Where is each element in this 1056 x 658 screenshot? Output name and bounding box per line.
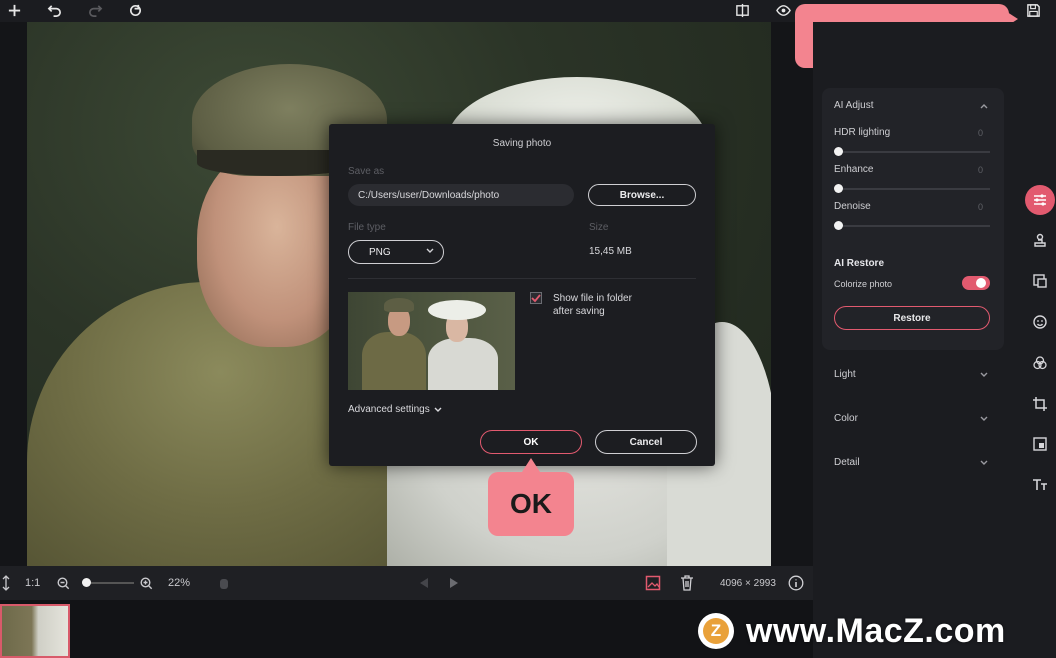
show-in-folder-label-line2: after saving — [553, 306, 605, 317]
previous-photo-icon[interactable] — [418, 566, 430, 600]
browse-button[interactable]: Browse... — [588, 184, 696, 206]
chevron-down-icon[interactable] — [979, 458, 989, 468]
hand-icon[interactable] — [218, 566, 230, 600]
chevron-up-icon[interactable] — [979, 101, 989, 111]
compare-icon[interactable] — [731, 0, 753, 20]
filmstrip-thumbnail-selected[interactable] — [0, 604, 70, 658]
advanced-settings-label: Advanced settings — [348, 404, 430, 415]
trash-icon[interactable] — [680, 566, 694, 600]
section-color[interactable]: Color — [834, 413, 858, 424]
enhance-handle[interactable] — [834, 184, 843, 193]
zoom-slider-handle[interactable] — [82, 578, 91, 587]
enhance-value: 0 — [978, 165, 984, 175]
crop-icon[interactable] — [1025, 389, 1055, 419]
colorize-photo-label: Colorize photo — [834, 279, 893, 289]
text-icon[interactable] — [1025, 470, 1055, 500]
reset-icon[interactable] — [124, 0, 146, 20]
chevron-down-icon — [434, 407, 442, 412]
file-type-select[interactable]: PNG — [348, 240, 444, 264]
file-type-label: File type — [348, 222, 386, 233]
left-strip — [0, 22, 27, 566]
plus-icon[interactable] — [3, 0, 25, 20]
show-in-folder-label-line1: Show file in folder — [553, 293, 632, 304]
info-icon[interactable] — [788, 566, 804, 600]
callout-ok: OK — [488, 472, 574, 536]
section-light[interactable]: Light — [834, 369, 856, 380]
callout-ok-pointer — [522, 458, 540, 472]
chevron-down-icon[interactable] — [979, 370, 989, 380]
stamp-icon[interactable] — [1025, 226, 1055, 256]
denoise-label: Denoise — [834, 201, 871, 212]
ok-button[interactable]: OK — [480, 430, 582, 454]
zoom-level: 22% — [168, 577, 191, 589]
next-photo-icon[interactable] — [448, 566, 460, 600]
resize-icon[interactable] — [1025, 429, 1055, 459]
face-icon[interactable] — [1025, 307, 1055, 337]
hdr-lighting-label: HDR lighting — [834, 127, 891, 138]
file-size-value: 15,45 MB — [589, 246, 632, 257]
checkmark-icon — [531, 294, 541, 303]
preview-woman-hat — [428, 300, 486, 320]
watermark-text: www.MacZ.com — [746, 611, 1006, 650]
dialog-title: Saving photo — [492, 138, 552, 149]
denoise-slider[interactable] — [838, 225, 990, 227]
advanced-settings-toggle[interactable]: Advanced settings — [348, 404, 443, 415]
restore-button[interactable]: Restore — [834, 306, 990, 330]
show-in-folder-checkbox[interactable] — [530, 292, 542, 304]
colorize-toggle-knob — [976, 278, 986, 288]
redo-icon[interactable] — [84, 0, 106, 20]
chevron-down-icon[interactable] — [979, 414, 989, 424]
canvas-gutter — [771, 22, 813, 566]
hdr-lighting-handle[interactable] — [834, 147, 843, 156]
ai-restore-heading: AI Restore — [834, 258, 885, 269]
replace-icon[interactable] — [1025, 266, 1055, 296]
hdr-lighting-value: 0 — [978, 128, 984, 138]
zoom-out-icon[interactable] — [57, 566, 70, 600]
save-path-input[interactable]: C:/Users/user/Downloads/photo — [348, 184, 574, 206]
color-icon[interactable] — [1025, 348, 1055, 378]
fit-icon[interactable] — [2, 566, 10, 600]
preview-man-cap — [384, 298, 414, 312]
save-as-label: Save as — [348, 166, 385, 177]
watermark-logo-letter: Z — [703, 618, 729, 644]
filmstrip — [0, 600, 813, 658]
adjust-icon[interactable] — [1025, 185, 1055, 215]
ratio-button[interactable]: 1:1 — [25, 566, 40, 600]
chevron-down-icon — [425, 246, 435, 259]
undo-icon[interactable] — [43, 0, 65, 20]
preview-woman — [428, 338, 498, 390]
enhance-slider[interactable] — [838, 188, 990, 190]
hdr-lighting-slider[interactable] — [838, 151, 990, 153]
size-label: Size — [589, 222, 609, 233]
save-preview-image — [348, 292, 515, 390]
cancel-button[interactable]: Cancel — [595, 430, 697, 454]
denoise-handle[interactable] — [834, 221, 843, 230]
zoom-in-icon[interactable] — [140, 566, 153, 600]
floppy-disk-icon[interactable] — [1022, 0, 1044, 20]
watermark-logo: Z — [698, 613, 734, 649]
ai-adjust-heading[interactable]: AI Adjust — [834, 100, 873, 111]
enhance-label: Enhance — [834, 164, 874, 175]
image-dimensions: 4096 × 2993 — [720, 577, 776, 589]
preview-man — [362, 332, 426, 390]
eye-icon[interactable] — [772, 0, 794, 20]
bottom-toolbar: 1:1 22% 4096 × 2993 — [0, 566, 813, 600]
file-type-value: PNG — [369, 246, 391, 258]
denoise-value: 0 — [978, 202, 984, 212]
dialog-divider — [348, 278, 696, 279]
section-detail[interactable]: Detail — [834, 457, 860, 468]
gallery-icon[interactable] — [645, 566, 661, 600]
